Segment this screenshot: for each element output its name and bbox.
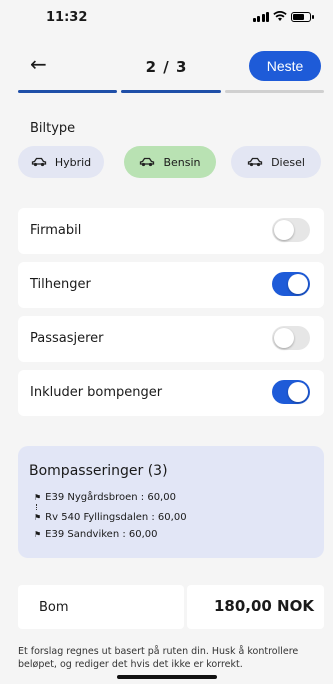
toll-flag-icon: ⚑ (34, 530, 42, 539)
toggle-row-bompenger: Inkluder bompenger (18, 370, 324, 416)
car-type-bensin-chip[interactable]: Bensin (124, 146, 216, 178)
progress-step-3 (224, 90, 324, 93)
total-label: Bom (39, 600, 69, 615)
bompenger-switch[interactable] (272, 380, 310, 404)
car-type-hybrid-chip[interactable]: Hybrid (18, 146, 104, 178)
tilhenger-switch[interactable] (272, 272, 310, 296)
passasjerer-switch[interactable] (272, 326, 310, 350)
toggle-row-firmabil: Firmabil (18, 208, 324, 254)
toll-title: Bompasseringer (3) (29, 463, 168, 479)
top-nav: ← 2 / 3 Neste (0, 46, 333, 90)
toll-flag-icon: ⚑ (34, 493, 42, 502)
footnote: Et forslag regnes ut basert på ruten din… (18, 646, 299, 670)
toggle-row-passasjerer: Passasjerer (18, 316, 324, 362)
total-amount-field[interactable]: 180,00 NOK (187, 585, 324, 629)
toll-item: ⚑ E39 Sandviken : 60,00 (34, 529, 158, 540)
car-icon (31, 157, 47, 167)
toggle-row-tilhenger: Tilhenger (18, 262, 324, 308)
status-icons (252, 11, 314, 22)
next-button[interactable]: Neste (249, 51, 321, 81)
car-type-label: Bensin (163, 155, 201, 169)
toll-total: Bom 180,00 NOK (18, 585, 324, 629)
progress-step-2 (121, 90, 221, 93)
car-icon (139, 157, 155, 167)
total-amount: 180,00 NOK (213, 597, 314, 615)
home-indicator (117, 675, 217, 679)
toll-item: ⚑ E39 Nygårdsbroen : 60,00 (34, 492, 176, 503)
car-icon (247, 157, 263, 167)
route-dots (36, 504, 38, 510)
car-type-label: Diesel (271, 155, 305, 169)
toll-flag-icon: ⚑ (34, 513, 42, 522)
car-type-label: Biltype (30, 121, 76, 136)
toggle-label: Tilhenger (30, 277, 91, 292)
status-bar: 11:32 (0, 0, 333, 40)
progress-bar (18, 90, 324, 93)
wifi-icon (273, 11, 287, 21)
progress-step-1 (18, 90, 118, 93)
car-type-selector: Hybrid Bensin Diesel (18, 146, 324, 178)
arrow-left-icon[interactable]: ← (30, 54, 47, 74)
toggle-label: Inkluder bompenger (30, 385, 163, 400)
toggle-label: Firmabil (30, 223, 82, 238)
toll-item: ⚑ Rv 540 Fyllingsdalen : 60,00 (34, 512, 187, 523)
firmabil-switch[interactable] (272, 218, 310, 242)
car-type-label: Hybrid (54, 155, 92, 169)
signal-icon (252, 11, 269, 22)
toggle-label: Passasjerer (30, 331, 104, 346)
car-type-diesel-chip[interactable]: Diesel (231, 146, 321, 178)
battery-icon (291, 11, 314, 22)
status-time: 11:32 (46, 10, 88, 25)
